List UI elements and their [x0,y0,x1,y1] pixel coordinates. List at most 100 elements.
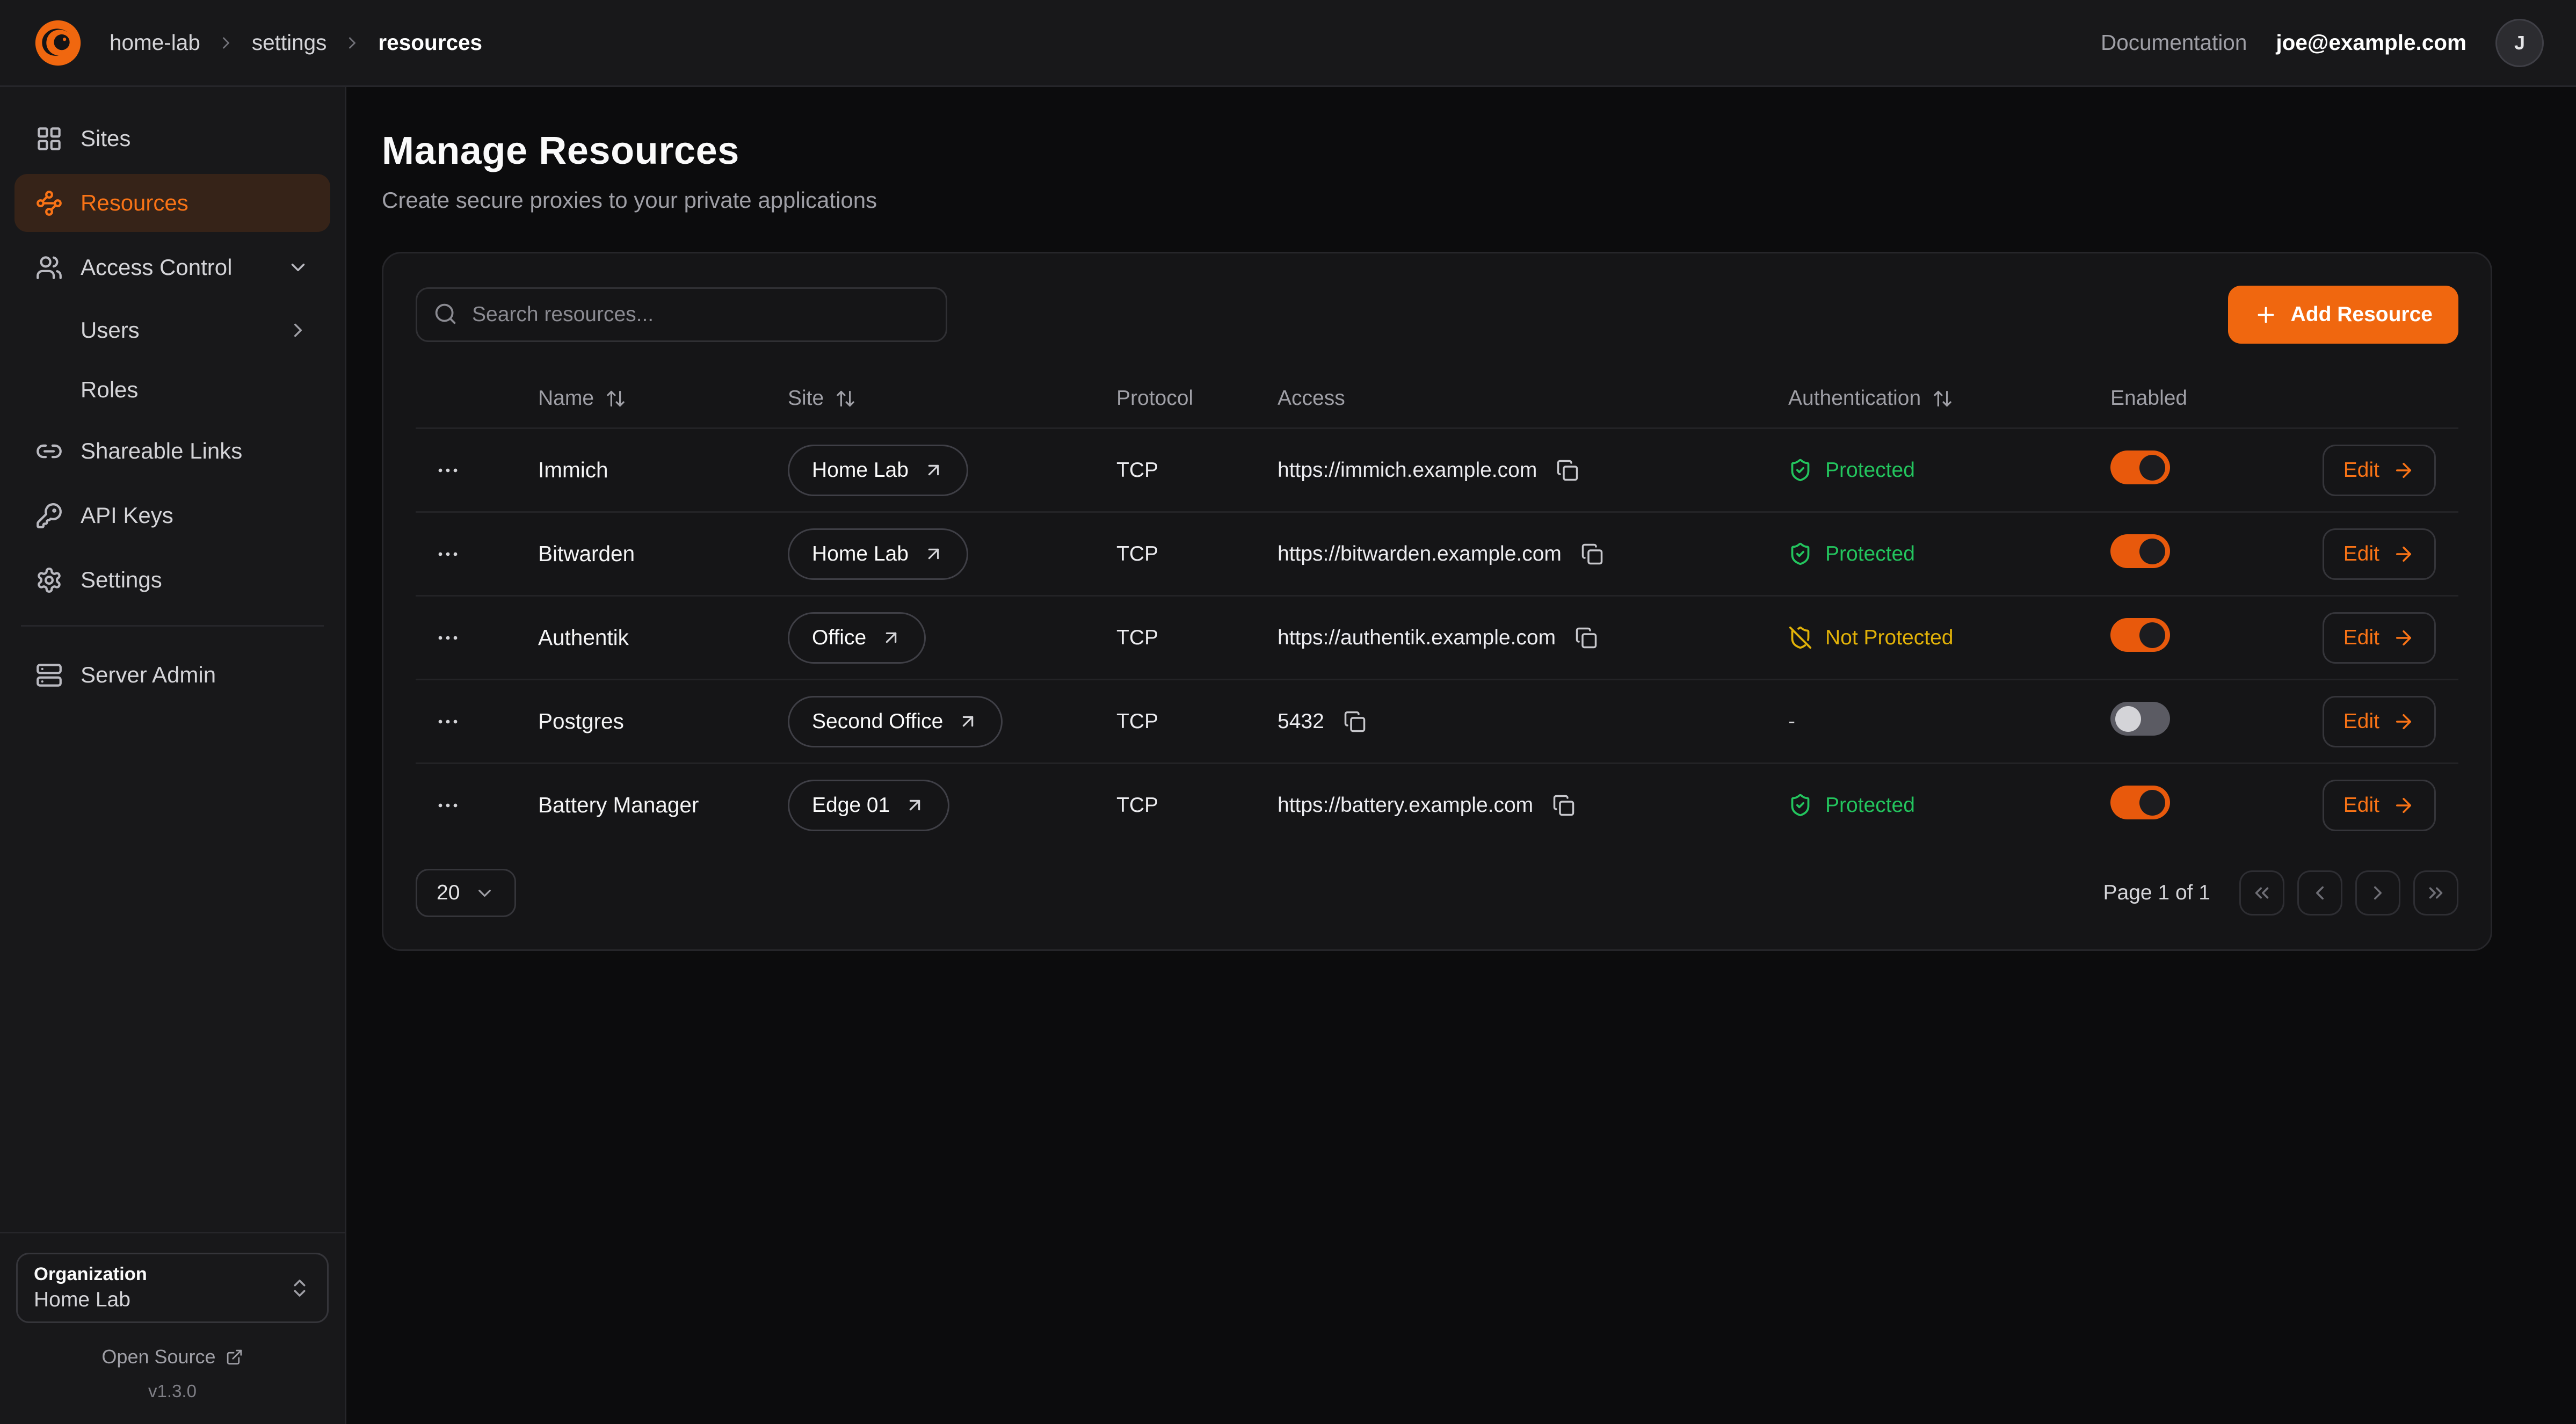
sidebar-item-access-control[interactable]: Access Control [14,238,330,296]
copy-button[interactable] [1340,707,1369,736]
open-source-label: Open Source [101,1346,215,1368]
org-switcher[interactable]: Organization Home Lab [16,1253,329,1323]
chevrons-left-icon [2251,882,2273,904]
arrow-right-icon [2392,710,2415,733]
resource-name: Postgres [538,709,788,734]
header-label: Protocol [1116,387,1193,410]
header-protocol: Protocol [1116,387,1278,410]
sidebar-item-roles[interactable]: Roles [14,362,330,417]
edit-button[interactable]: Edit [2323,612,2436,664]
ellipsis-icon [435,625,461,651]
sidebar-item-server-admin[interactable]: Server Admin [14,646,330,704]
table-row: Bitwarden Home Lab TCP https://bitwarden… [416,511,2458,595]
sidebar-divider [21,625,324,627]
breadcrumb-org[interactable]: home-lab [110,30,200,55]
site-link[interactable]: Edge 01 [788,780,949,831]
breadcrumb: home-lab settings resources [110,30,482,55]
enabled-toggle[interactable] [2110,618,2170,652]
table-footer: 20 Page 1 of 1 [416,869,2458,917]
sidebar-item-users[interactable]: Users [14,303,330,358]
header-label: Site [788,387,824,410]
ellipsis-icon [435,457,461,483]
avatar[interactable]: J [2495,19,2544,67]
breadcrumb-resources[interactable]: resources [378,30,482,55]
next-page-button[interactable] [2355,870,2400,916]
access-url: https://bitwarden.example.com [1278,542,1562,566]
enabled-toggle[interactable] [2110,702,2170,736]
org-text: Organization Home Lab [34,1264,147,1312]
link-icon [35,438,63,465]
row-menu-button[interactable] [429,702,467,741]
resources-table: Name Site Protocol Access Authenticati [416,369,2458,846]
first-page-button[interactable] [2239,870,2284,916]
row-menu-button[interactable] [429,535,467,573]
header-label: Access [1278,387,1345,410]
gear-icon [35,566,63,594]
resource-name: Immich [538,457,788,483]
shield-check-icon [1788,793,1812,817]
row-menu-button[interactable] [429,619,467,657]
edit-label: Edit [2343,459,2379,482]
row-menu-button[interactable] [429,786,467,825]
sidebar-item-label: Sites [81,126,130,151]
edit-button[interactable]: Edit [2323,528,2436,580]
enabled-toggle[interactable] [2110,786,2170,819]
auth-label: Protected [1825,794,1915,817]
pangolin-logo[interactable] [32,17,84,69]
documentation-link[interactable]: Documentation [2101,30,2247,55]
page-label: Page 1 of 1 [2103,881,2211,905]
edit-button[interactable]: Edit [2323,780,2436,831]
site-link[interactable]: Home Lab [788,445,968,496]
sidebar-item-label: Settings [81,567,162,593]
search-box [416,287,947,342]
user-email[interactable]: joe@example.com [2276,30,2466,55]
topbar: home-lab settings resources Documentatio… [0,0,2576,87]
sidebar-item-resources[interactable]: Resources [14,174,330,232]
protocol: TCP [1116,710,1278,733]
protocol: TCP [1116,459,1278,482]
enabled-toggle[interactable] [2110,534,2170,568]
chevron-right-icon [2367,882,2389,904]
sidebar-item-api-keys[interactable]: API Keys [14,486,330,544]
prev-page-button[interactable] [2297,870,2342,916]
copy-button[interactable] [1578,540,1607,569]
pangolin-logo-icon [34,19,82,67]
main-content: Manage Resources Create secure proxies t… [346,87,2576,1424]
site-label: Edge 01 [812,794,890,817]
copy-icon [1556,459,1579,482]
site-link[interactable]: Second Office [788,696,1003,747]
chevrons-up-down-icon [288,1277,311,1299]
enabled-toggle[interactable] [2110,451,2170,484]
page-size-select[interactable]: 20 [416,869,516,917]
add-resource-button[interactable]: Add Resource [2228,286,2458,344]
auth-status: - [1788,710,2110,733]
edit-button[interactable]: Edit [2323,696,2436,747]
sidebar-item-settings[interactable]: Settings [14,551,330,609]
header-authentication[interactable]: Authentication [1788,387,2110,410]
row-menu-button[interactable] [429,451,467,490]
sidebar-item-sites[interactable]: Sites [14,110,330,168]
site-label: Home Lab [812,459,909,482]
last-page-button[interactable] [2413,870,2458,916]
arrow-up-right-icon [957,711,978,732]
search-input[interactable] [416,287,947,342]
resources-card: Add Resource Name Site Protocol [382,252,2492,951]
copy-button[interactable] [1553,456,1582,485]
search-icon [433,302,458,326]
arrow-right-icon [2392,543,2415,565]
copy-button[interactable] [1572,623,1601,652]
site-link[interactable]: Office [788,612,926,664]
site-link[interactable]: Home Lab [788,528,968,580]
copy-button[interactable] [1549,791,1578,820]
breadcrumb-settings[interactable]: settings [252,30,327,55]
sidebar-item-shareable-links[interactable]: Shareable Links [14,422,330,480]
page-title: Manage Resources [382,129,2492,173]
sidebar-item-label: Shareable Links [81,438,242,464]
edit-button[interactable]: Edit [2323,445,2436,496]
arrow-right-icon [2392,627,2415,649]
shield-off-icon [1788,626,1812,650]
header-site[interactable]: Site [788,387,1116,410]
header-name[interactable]: Name [538,387,788,410]
page-size-value: 20 [437,881,460,905]
open-source-link[interactable]: Open Source [16,1346,329,1368]
